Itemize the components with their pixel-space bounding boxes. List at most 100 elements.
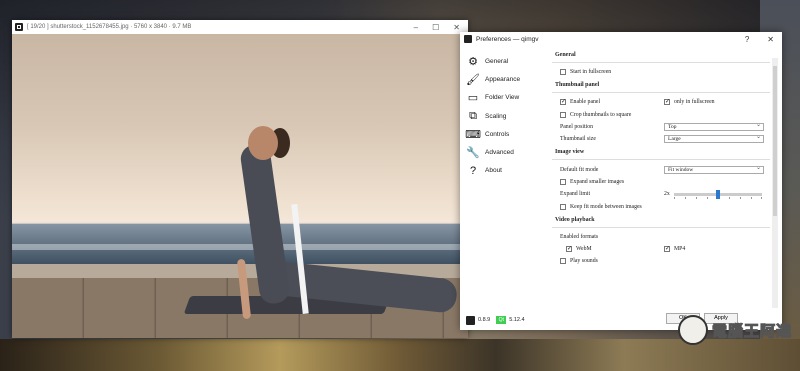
enable-panel-row: Enable panel only in fullscreen bbox=[552, 96, 770, 108]
photo-person-head bbox=[248, 126, 278, 160]
qimgv-logo-icon bbox=[466, 315, 475, 325]
keep-fit-checkbox[interactable] bbox=[560, 203, 566, 210]
sidebar-item-label: General bbox=[485, 57, 509, 65]
play-sounds-label: Play sounds bbox=[570, 258, 598, 265]
thumbnail-size-label: Thumbnail size bbox=[560, 136, 596, 143]
section-video-heading: Video playback bbox=[552, 213, 770, 228]
prefs-titlebar[interactable]: Preferences — qimgv ? ✕ bbox=[460, 32, 782, 46]
sidebar-item-label: Controls bbox=[485, 130, 510, 138]
mp4-checkbox[interactable] bbox=[664, 245, 670, 253]
maximize-button[interactable]: ☐ bbox=[432, 23, 439, 32]
formats-row: WebM MP4 bbox=[552, 243, 770, 255]
expand-limit-row: Expand limit 2x bbox=[552, 188, 770, 200]
qimgv-version: 0.8.9 bbox=[466, 315, 491, 325]
play-sounds-row[interactable]: Play sounds bbox=[552, 255, 770, 267]
qimgv-app-icon bbox=[464, 35, 472, 43]
minimize-button[interactable]: – bbox=[414, 23, 418, 32]
viewer-title: [ 19/20 ] shutterstock_1152678455.jpg · … bbox=[27, 24, 192, 30]
qt-version: Qt 5.12.4 bbox=[496, 316, 525, 324]
start-fullscreen-label: Start in fullscreen bbox=[570, 69, 612, 76]
slider-tick bbox=[674, 196, 675, 199]
photo-canvas[interactable] bbox=[12, 34, 468, 338]
scaling-icon: ⧉ bbox=[469, 109, 477, 122]
sidebar-item-controls[interactable]: ⌨ Controls bbox=[464, 125, 546, 143]
watermark-text: 電腦王阿達 bbox=[711, 321, 792, 340]
thumbnail-size-row: Thumbnail size Large bbox=[552, 133, 770, 145]
sidebar-item-scaling[interactable]: ⧉ Scaling bbox=[464, 107, 546, 125]
start-fullscreen-checkbox[interactable] bbox=[560, 69, 566, 76]
slider-knob[interactable] bbox=[716, 189, 720, 199]
default-fit-select[interactable]: Fit window bbox=[664, 165, 764, 174]
photo-foam bbox=[12, 244, 468, 250]
watermark: 電腦王阿達 bbox=[677, 315, 792, 345]
keep-fit-row[interactable]: Keep fit mode between images bbox=[552, 200, 770, 212]
thumbnail-size-select[interactable]: Large bbox=[664, 134, 764, 144]
webm-checkbox[interactable] bbox=[566, 245, 572, 253]
prefs-content: General Start in fullscreen Thumbnail pa… bbox=[552, 48, 770, 306]
scrollbar-thumb[interactable] bbox=[773, 66, 777, 216]
sidebar-item-appearance[interactable]: 🖌 Appearance bbox=[464, 70, 546, 88]
prefs-title: Preferences — qimgv bbox=[476, 35, 539, 43]
sidebar-item-folder-view[interactable]: ▭ Folder View bbox=[464, 89, 546, 107]
slider-tick bbox=[707, 196, 708, 199]
expand-smaller-label: Expand smaller images bbox=[570, 178, 625, 185]
slider-tick bbox=[740, 196, 741, 199]
expand-limit-slider[interactable] bbox=[674, 189, 762, 199]
brush-icon: 🖌 bbox=[466, 73, 480, 86]
close-button[interactable]: ✕ bbox=[453, 23, 460, 32]
expand-limit-value: 2x bbox=[664, 191, 670, 198]
folder-icon: ▭ bbox=[467, 92, 479, 105]
sidebar-item-label: Scaling bbox=[485, 112, 507, 120]
crop-thumbnails-row[interactable]: Crop thumbnails to square bbox=[552, 109, 770, 121]
close-button[interactable]: ✕ bbox=[767, 35, 774, 44]
qimgv-app-icon bbox=[15, 23, 23, 31]
only-fullscreen-label: only in fullscreen bbox=[674, 99, 715, 106]
sidebar-item-label: Appearance bbox=[485, 75, 521, 83]
viewer-titlebar[interactable]: [ 19/20 ] shutterstock_1152678455.jpg · … bbox=[12, 20, 468, 34]
only-fullscreen-checkbox[interactable] bbox=[664, 98, 670, 106]
slider-tick bbox=[751, 196, 752, 199]
panel-position-label: Panel position bbox=[560, 124, 594, 131]
start-fullscreen-row[interactable]: Start in fullscreen bbox=[552, 66, 770, 78]
qimgv-version-text: 0.8.9 bbox=[478, 317, 491, 323]
wrench-icon: 🔧 bbox=[466, 147, 480, 160]
slider-tick bbox=[685, 196, 686, 199]
qt-version-text: 5.12.4 bbox=[509, 317, 525, 323]
sidebar-item-label: About bbox=[485, 167, 502, 175]
expand-limit-label: Expand limit bbox=[560, 191, 591, 198]
mp4-label: MP4 bbox=[674, 246, 686, 253]
sidebar-item-advanced[interactable]: 🔧 Advanced bbox=[464, 143, 546, 161]
sidebar-item-general[interactable]: ⚙ General bbox=[464, 52, 546, 70]
section-thumbnail-heading: Thumbnail panel bbox=[552, 78, 770, 94]
prefs-scrollbar[interactable] bbox=[772, 58, 778, 308]
watermark-mascot-icon bbox=[677, 315, 708, 345]
default-fit-row: Default fit mode Fit window bbox=[552, 163, 770, 175]
keyboard-icon: ⌨ bbox=[465, 128, 481, 141]
webm-label: WebM bbox=[576, 246, 592, 253]
preferences-dialog: Preferences — qimgv ? ✕ ⚙ General 🖌 Appe… bbox=[460, 32, 782, 330]
crop-thumbnails-label: Crop thumbnails to square bbox=[570, 111, 632, 118]
help-button[interactable]: ? bbox=[745, 35, 749, 44]
section-general-heading: General bbox=[552, 48, 770, 63]
prefs-sidebar: ⚙ General 🖌 Appearance ▭ Folder View ⧉ S… bbox=[464, 52, 546, 312]
play-sounds-checkbox[interactable] bbox=[560, 258, 566, 265]
default-fit-label: Default fit mode bbox=[560, 166, 599, 173]
slider-tick bbox=[761, 196, 762, 199]
expand-smaller-checkbox[interactable] bbox=[560, 178, 566, 185]
sidebar-item-label: Advanced bbox=[485, 149, 514, 157]
slider-tick bbox=[729, 196, 730, 199]
enable-panel-label: Enable panel bbox=[570, 99, 601, 106]
sidebar-item-label: Folder View bbox=[485, 94, 520, 102]
enabled-formats-label: Enabled formats bbox=[560, 233, 599, 240]
panel-position-select[interactable]: Top bbox=[664, 122, 764, 132]
expand-smaller-row[interactable]: Expand smaller images bbox=[552, 176, 770, 188]
slider-tick bbox=[696, 196, 697, 199]
gear-icon: ⚙ bbox=[468, 55, 478, 68]
panel-position-row: Panel position Top bbox=[552, 121, 770, 133]
enable-panel-checkbox[interactable] bbox=[560, 98, 566, 106]
question-icon: ? bbox=[469, 164, 477, 177]
sidebar-item-about[interactable]: ? About bbox=[464, 162, 546, 180]
enabled-formats-row: Enabled formats bbox=[552, 231, 770, 243]
keep-fit-label: Keep fit mode between images bbox=[570, 203, 642, 210]
crop-thumbnails-checkbox[interactable] bbox=[560, 111, 566, 118]
